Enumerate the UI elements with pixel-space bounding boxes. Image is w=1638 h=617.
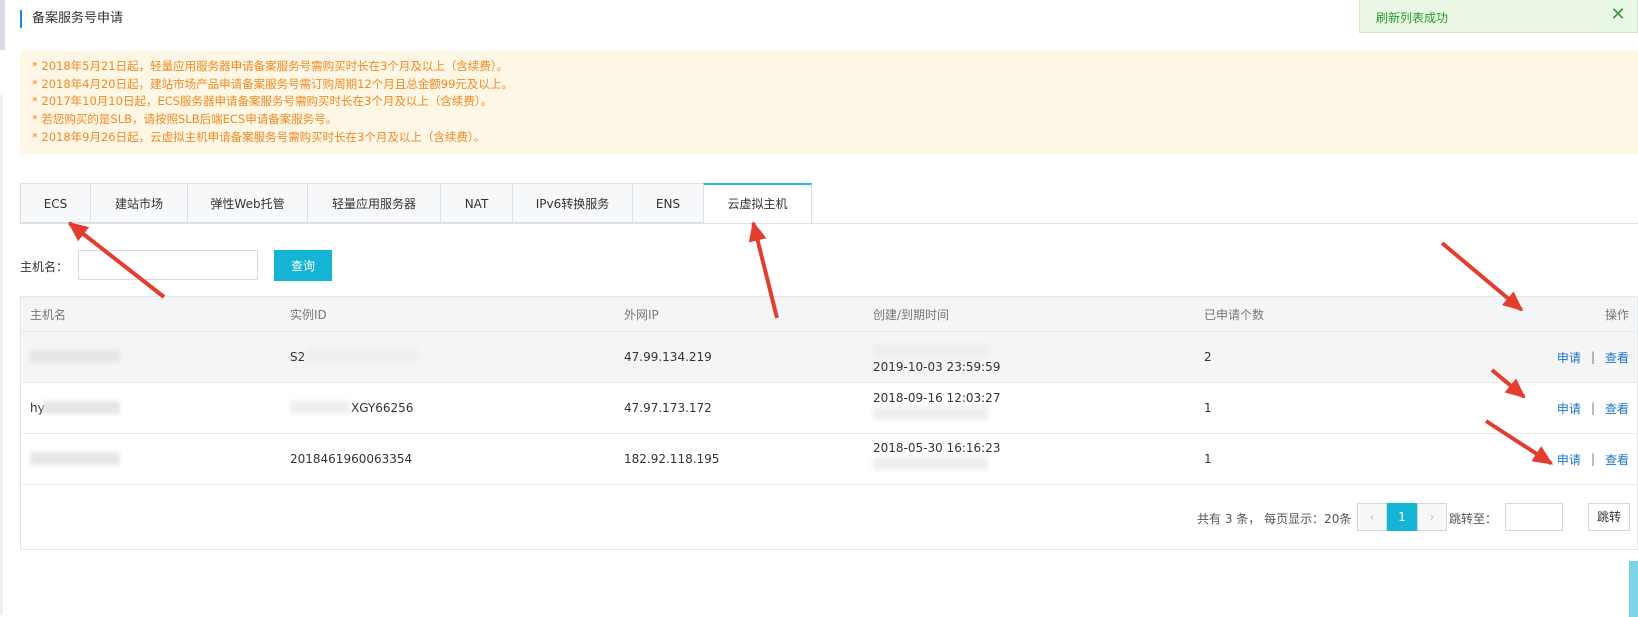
action-separator: | [1590,452,1595,466]
row-actions: 申请 | 查看 [1557,332,1629,382]
tab-divider [20,223,1638,224]
header-count: 已申请个数 [1204,307,1265,322]
redacted-instance [290,401,350,414]
ip-cell: 47.97.173.172 [624,401,712,415]
jump-label: 跳转至： [1449,512,1498,526]
pagination: 共有 3 条， 每页显示：20条 ‹ 1 › 跳转至： 跳转 [21,485,1637,549]
toast-message: 刷新列表成功 [1376,11,1449,25]
table-row: 2018461960063354 182.92.118.195 2018-05-… [21,434,1637,485]
header-actions: 操作 [1604,307,1629,322]
count-cell: 1 [1204,452,1212,466]
host-name-input[interactable] [78,250,258,280]
action-separator: | [1590,350,1595,364]
apply-link[interactable]: 申请 [1557,349,1581,366]
redacted-instance [306,349,418,362]
tab-site-market[interactable]: 建站市场 [90,183,187,223]
notice-line: * 2018年4月20日起，建站市场产品申请备案服务号需订购周期12个月且总金额… [32,76,513,91]
apply-link[interactable]: 申请 [1557,400,1581,417]
tab-ipv6[interactable]: IPv6转换服务 [512,183,632,223]
tab-web-hosting[interactable]: 弹性Web托管 [187,183,307,223]
search-button[interactable]: 查询 [274,250,332,281]
redacted-time [873,457,988,470]
header-instance: 实例ID [290,307,327,322]
notice-line: * 2017年10月10日起，ECS服务器申请备案服务号需购买时长在3个月及以上… [32,94,493,109]
redacted-host [43,401,120,414]
redacted-time [873,344,988,357]
tab-nat[interactable]: NAT [440,183,512,223]
instance-cell: 2018461960063354 [290,452,413,466]
tab-lightweight-server[interactable]: 轻量应用服务器 [307,183,440,223]
row-actions: 申请 | 查看 [1557,383,1629,433]
redacted-time [873,407,988,420]
sidebar-edge [0,0,5,50]
redacted-host [30,452,120,465]
jump-page-input[interactable] [1505,503,1563,531]
count-cell: 2 [1204,350,1212,364]
side-feedback-tab[interactable] [1629,561,1638,617]
notice-box: * 2018年5月21日起，轻量应用服务器申请备案服务号需购买时长在3个月及以上… [20,51,1638,154]
notice-line: * 2018年5月21日起，轻量应用服务器申请备案服务号需购买时长在3个月及以上… [32,59,509,73]
table-row: S2 47.99.134.219 2019-10-03 23:59:59 2 申… [21,332,1637,383]
prev-page-icon[interactable]: ‹ [1357,503,1387,531]
count-cell: 1 [1204,401,1212,415]
jump-button[interactable]: 跳转 [1588,503,1630,531]
next-page-icon[interactable]: › [1417,503,1447,531]
instance-cell: XGY66256 [351,401,414,415]
page-title: 备案服务号申请 [20,10,123,28]
page-1-button[interactable]: 1 [1387,503,1417,531]
service-table: 主机名 实例ID 外网IP 创建/到期时间 已申请个数 操作 S2 47.99.… [20,296,1638,550]
product-tabs: ECS 建站市场 弹性Web托管 轻量应用服务器 NAT IPv6转换服务 EN… [20,183,812,224]
instance-cell: S2 [290,350,306,364]
sidebar-edge-lower [0,95,3,615]
header-time: 创建/到期时间 [873,307,950,322]
ip-cell: 47.99.134.219 [624,350,712,364]
close-icon[interactable]: ✕ [1607,4,1629,26]
notice-line: * 2018年9月26日起，云虚拟主机申请备案服务号需购买时长在3个月及以上（含… [32,129,486,144]
action-separator: | [1590,401,1595,415]
tab-ens[interactable]: ENS [632,183,703,223]
view-link[interactable]: 查看 [1605,349,1629,366]
table-row: hy XGY66256 47.97.173.172 2018-09-16 12:… [21,383,1637,434]
host-name-label: 主机名： [20,260,69,274]
header-host: 主机名 [30,307,67,322]
table-header: 主机名 实例ID 外网IP 创建/到期时间 已申请个数 操作 [21,297,1637,332]
tab-ecs[interactable]: ECS [20,183,90,223]
ip-cell: 182.92.118.195 [624,452,720,466]
apply-link[interactable]: 申请 [1557,451,1581,468]
redacted-host [30,350,120,363]
tab-virtual-host[interactable]: 云虚拟主机 [703,183,812,224]
header-ip: 外网IP [624,307,659,322]
view-link[interactable]: 查看 [1605,400,1629,417]
view-link[interactable]: 查看 [1605,451,1629,468]
pagination-info: 共有 3 条， 每页显示：20条 [1197,512,1352,526]
notice-line: * 若您购买的是SLB，请按照SLB后端ECS申请备案服务号。 [32,112,338,127]
row-actions: 申请 | 查看 [1557,434,1629,484]
success-toast: 刷新列表成功 ✕ [1359,0,1638,33]
